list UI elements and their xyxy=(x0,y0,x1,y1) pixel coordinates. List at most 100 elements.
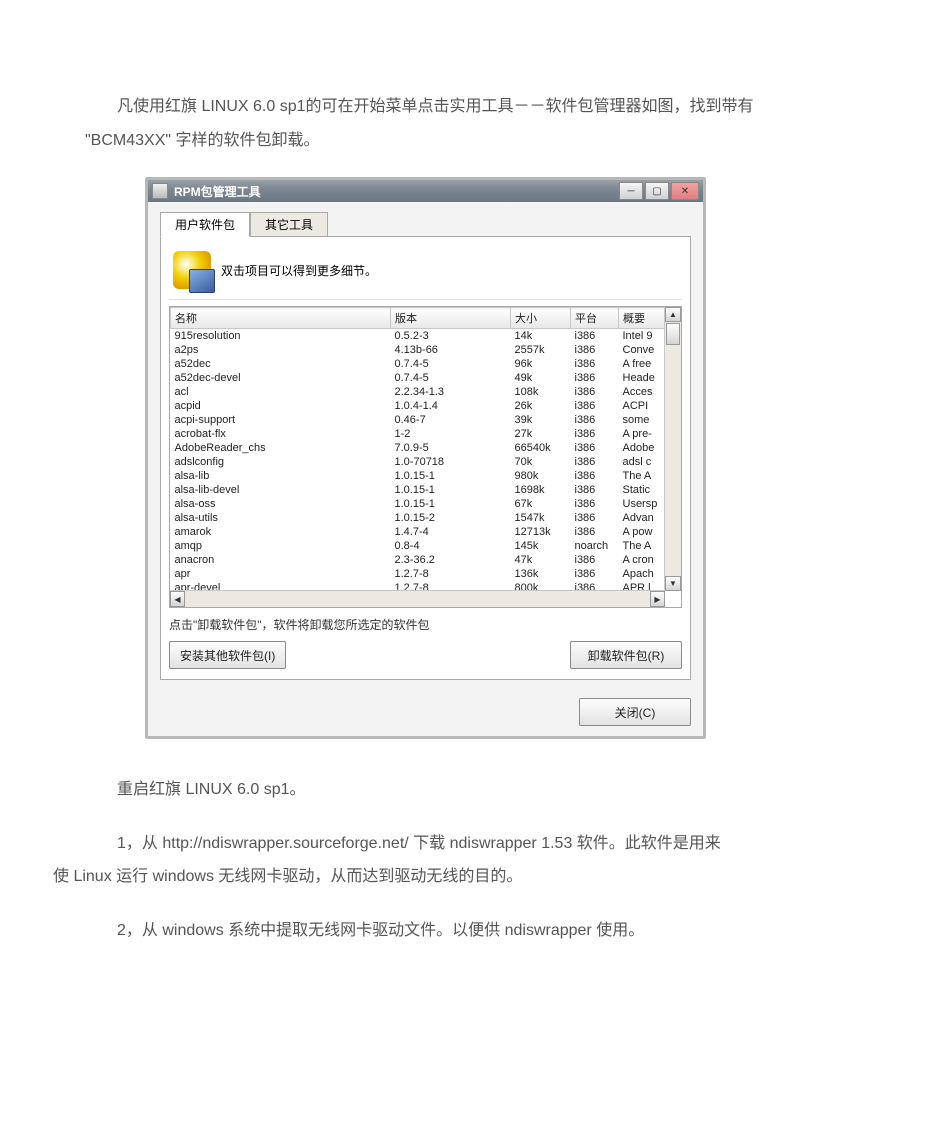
hint-text: 双击项目可以得到更多细节。 xyxy=(221,262,377,279)
table-cell: 1.0-70718 xyxy=(391,455,511,469)
table-row[interactable]: amqp0.8-4145knoarchThe A xyxy=(171,539,681,553)
table-cell: 915resolution xyxy=(171,329,391,344)
table-cell: 66540k xyxy=(511,441,571,455)
restart-paragraph: 重启红旗 LINUX 6.0 sp1。 xyxy=(85,773,860,807)
table-row[interactable]: anacron2.3-36.247ki386A cron xyxy=(171,553,681,567)
button-row: 安装其他软件包(I) 卸载软件包(R) xyxy=(169,641,682,669)
table-cell: 96k xyxy=(511,357,571,371)
table-cell: acpid xyxy=(171,399,391,413)
table-row[interactable]: adslconfig1.0-7071870ki386adsl c xyxy=(171,455,681,469)
step-2: 2，从 windows 系统中提取无线网卡驱动文件。以便供 ndiswrappe… xyxy=(85,914,860,948)
package-table-container: 名称 版本 大小 平台 概要 915resolution0.5.2-314ki3… xyxy=(169,306,682,608)
table-row[interactable]: amarok1.4.7-412713ki386A pow xyxy=(171,525,681,539)
col-name[interactable]: 名称 xyxy=(171,308,391,329)
table-cell: 2.3-36.2 xyxy=(391,553,511,567)
table-cell: i386 xyxy=(571,511,619,525)
table-cell: AdobeReader_chs xyxy=(171,441,391,455)
intro-paragraph: 凡使用红旗 LINUX 6.0 sp1的可在开始菜单点击实用工具－－软件包管理器… xyxy=(85,90,860,157)
maximize-button[interactable]: ▢ xyxy=(645,182,669,200)
table-cell: 145k xyxy=(511,539,571,553)
tab-other-tools[interactable]: 其它工具 xyxy=(250,212,328,237)
table-cell: 980k xyxy=(511,469,571,483)
table-cell: i386 xyxy=(571,385,619,399)
table-row[interactable]: alsa-utils1.0.15-21547ki386Advan xyxy=(171,511,681,525)
col-platform[interactable]: 平台 xyxy=(571,308,619,329)
table-cell: anacron xyxy=(171,553,391,567)
step-1a: 1，从 http://ndiswrapper.sourceforge.net/ … xyxy=(117,835,721,852)
scroll-down-icon[interactable]: ▼ xyxy=(665,576,681,591)
table-cell: 4.13b-66 xyxy=(391,343,511,357)
table-cell: 47k xyxy=(511,553,571,567)
table-row[interactable]: apr1.2.7-8136ki386Apach xyxy=(171,567,681,581)
table-row[interactable]: a52dec-devel0.7.4-549ki386Heade xyxy=(171,371,681,385)
vertical-scrollbar[interactable]: ▲ ▼ xyxy=(664,307,681,591)
scroll-up-icon[interactable]: ▲ xyxy=(665,307,681,322)
step-1: 1，从 http://ndiswrapper.sourceforge.net/ … xyxy=(85,827,860,894)
table-cell: 1.0.15-1 xyxy=(391,497,511,511)
table-cell: noarch xyxy=(571,539,619,553)
table-row[interactable]: alsa-lib-devel1.0.15-11698ki386Static xyxy=(171,483,681,497)
table-cell: adslconfig xyxy=(171,455,391,469)
table-cell: 1.0.4-1.4 xyxy=(391,399,511,413)
table-cell: 7.0.9-5 xyxy=(391,441,511,455)
tab-strip: 用户软件包 其它工具 xyxy=(160,212,691,237)
table-cell: i386 xyxy=(571,525,619,539)
table-cell: acpi-support xyxy=(171,413,391,427)
table-cell: i386 xyxy=(571,371,619,385)
table-cell: i386 xyxy=(571,329,619,344)
table-cell: i386 xyxy=(571,567,619,581)
scroll-right-icon[interactable]: ▶ xyxy=(650,591,665,607)
install-other-button[interactable]: 安装其他软件包(I) xyxy=(169,641,286,669)
close-button[interactable]: ✕ xyxy=(671,182,699,200)
minimize-button[interactable]: ─ xyxy=(619,182,643,200)
table-cell: 0.8-4 xyxy=(391,539,511,553)
table-row[interactable]: a2ps4.13b-662557ki386Conve xyxy=(171,343,681,357)
table-cell: 1698k xyxy=(511,483,571,497)
scroll-thumb[interactable] xyxy=(666,323,680,345)
intro-text-1: 凡使用红旗 LINUX 6.0 sp1的可在开始菜单点击实用工具－－软件包管理器… xyxy=(117,98,754,115)
table-cell: 136k xyxy=(511,567,571,581)
table-cell: i386 xyxy=(571,483,619,497)
uninstall-button[interactable]: 卸载软件包(R) xyxy=(570,641,682,669)
table-row[interactable]: alsa-lib1.0.15-1980ki386The A xyxy=(171,469,681,483)
table-cell: 0.46-7 xyxy=(391,413,511,427)
tab-body: 双击项目可以得到更多细节。 名称 版本 大小 平台 xyxy=(160,236,691,680)
table-cell: 1.0.15-2 xyxy=(391,511,511,525)
table-cell: i386 xyxy=(571,553,619,567)
tab-user-packages[interactable]: 用户软件包 xyxy=(160,212,250,237)
window-titlebar[interactable]: RPM包管理工具 ─ ▢ ✕ xyxy=(148,180,703,202)
table-cell: a2ps xyxy=(171,343,391,357)
horizontal-scrollbar[interactable]: ◀ ▶ xyxy=(170,590,665,607)
table-cell: 0.7.4-5 xyxy=(391,371,511,385)
screenshot-wrapper: RPM包管理工具 ─ ▢ ✕ 用户软件包 其它工具 双击项目可以得到更多细节。 xyxy=(145,177,860,739)
table-cell: a52dec-devel xyxy=(171,371,391,385)
table-cell: alsa-lib xyxy=(171,469,391,483)
table-row[interactable]: alsa-oss1.0.15-167ki386Usersp xyxy=(171,497,681,511)
table-row[interactable]: 915resolution0.5.2-314ki386Intel 9 xyxy=(171,329,681,344)
table-cell: amqp xyxy=(171,539,391,553)
table-row[interactable]: acpid1.0.4-1.426ki386ACPI xyxy=(171,399,681,413)
scroll-left-icon[interactable]: ◀ xyxy=(170,591,185,607)
col-size[interactable]: 大小 xyxy=(511,308,571,329)
table-cell: i386 xyxy=(571,427,619,441)
uninstall-hint: 点击"卸载软件包"，软件将卸载您所选定的软件包 xyxy=(169,616,682,633)
table-row[interactable]: AdobeReader_chs7.0.9-566540ki386Adobe xyxy=(171,441,681,455)
table-cell: 1-2 xyxy=(391,427,511,441)
table-cell: 49k xyxy=(511,371,571,385)
table-row[interactable]: a52dec0.7.4-596ki386A free xyxy=(171,357,681,371)
table-row[interactable]: acl2.2.34-1.3108ki386Acces xyxy=(171,385,681,399)
col-version[interactable]: 版本 xyxy=(391,308,511,329)
table-row[interactable]: acrobat-flx1-227ki386A pre- xyxy=(171,427,681,441)
table-cell: acl xyxy=(171,385,391,399)
table-cell: 1.0.15-1 xyxy=(391,483,511,497)
table-cell: 26k xyxy=(511,399,571,413)
table-cell: amarok xyxy=(171,525,391,539)
table-cell: i386 xyxy=(571,455,619,469)
window-icon xyxy=(152,183,168,199)
table-row[interactable]: acpi-support0.46-739ki386some xyxy=(171,413,681,427)
table-cell: i386 xyxy=(571,357,619,371)
table-cell: 14k xyxy=(511,329,571,344)
close-footer-button[interactable]: 关闭(C) xyxy=(579,698,691,726)
window-buttons: ─ ▢ ✕ xyxy=(619,182,699,200)
table-cell: 0.5.2-3 xyxy=(391,329,511,344)
